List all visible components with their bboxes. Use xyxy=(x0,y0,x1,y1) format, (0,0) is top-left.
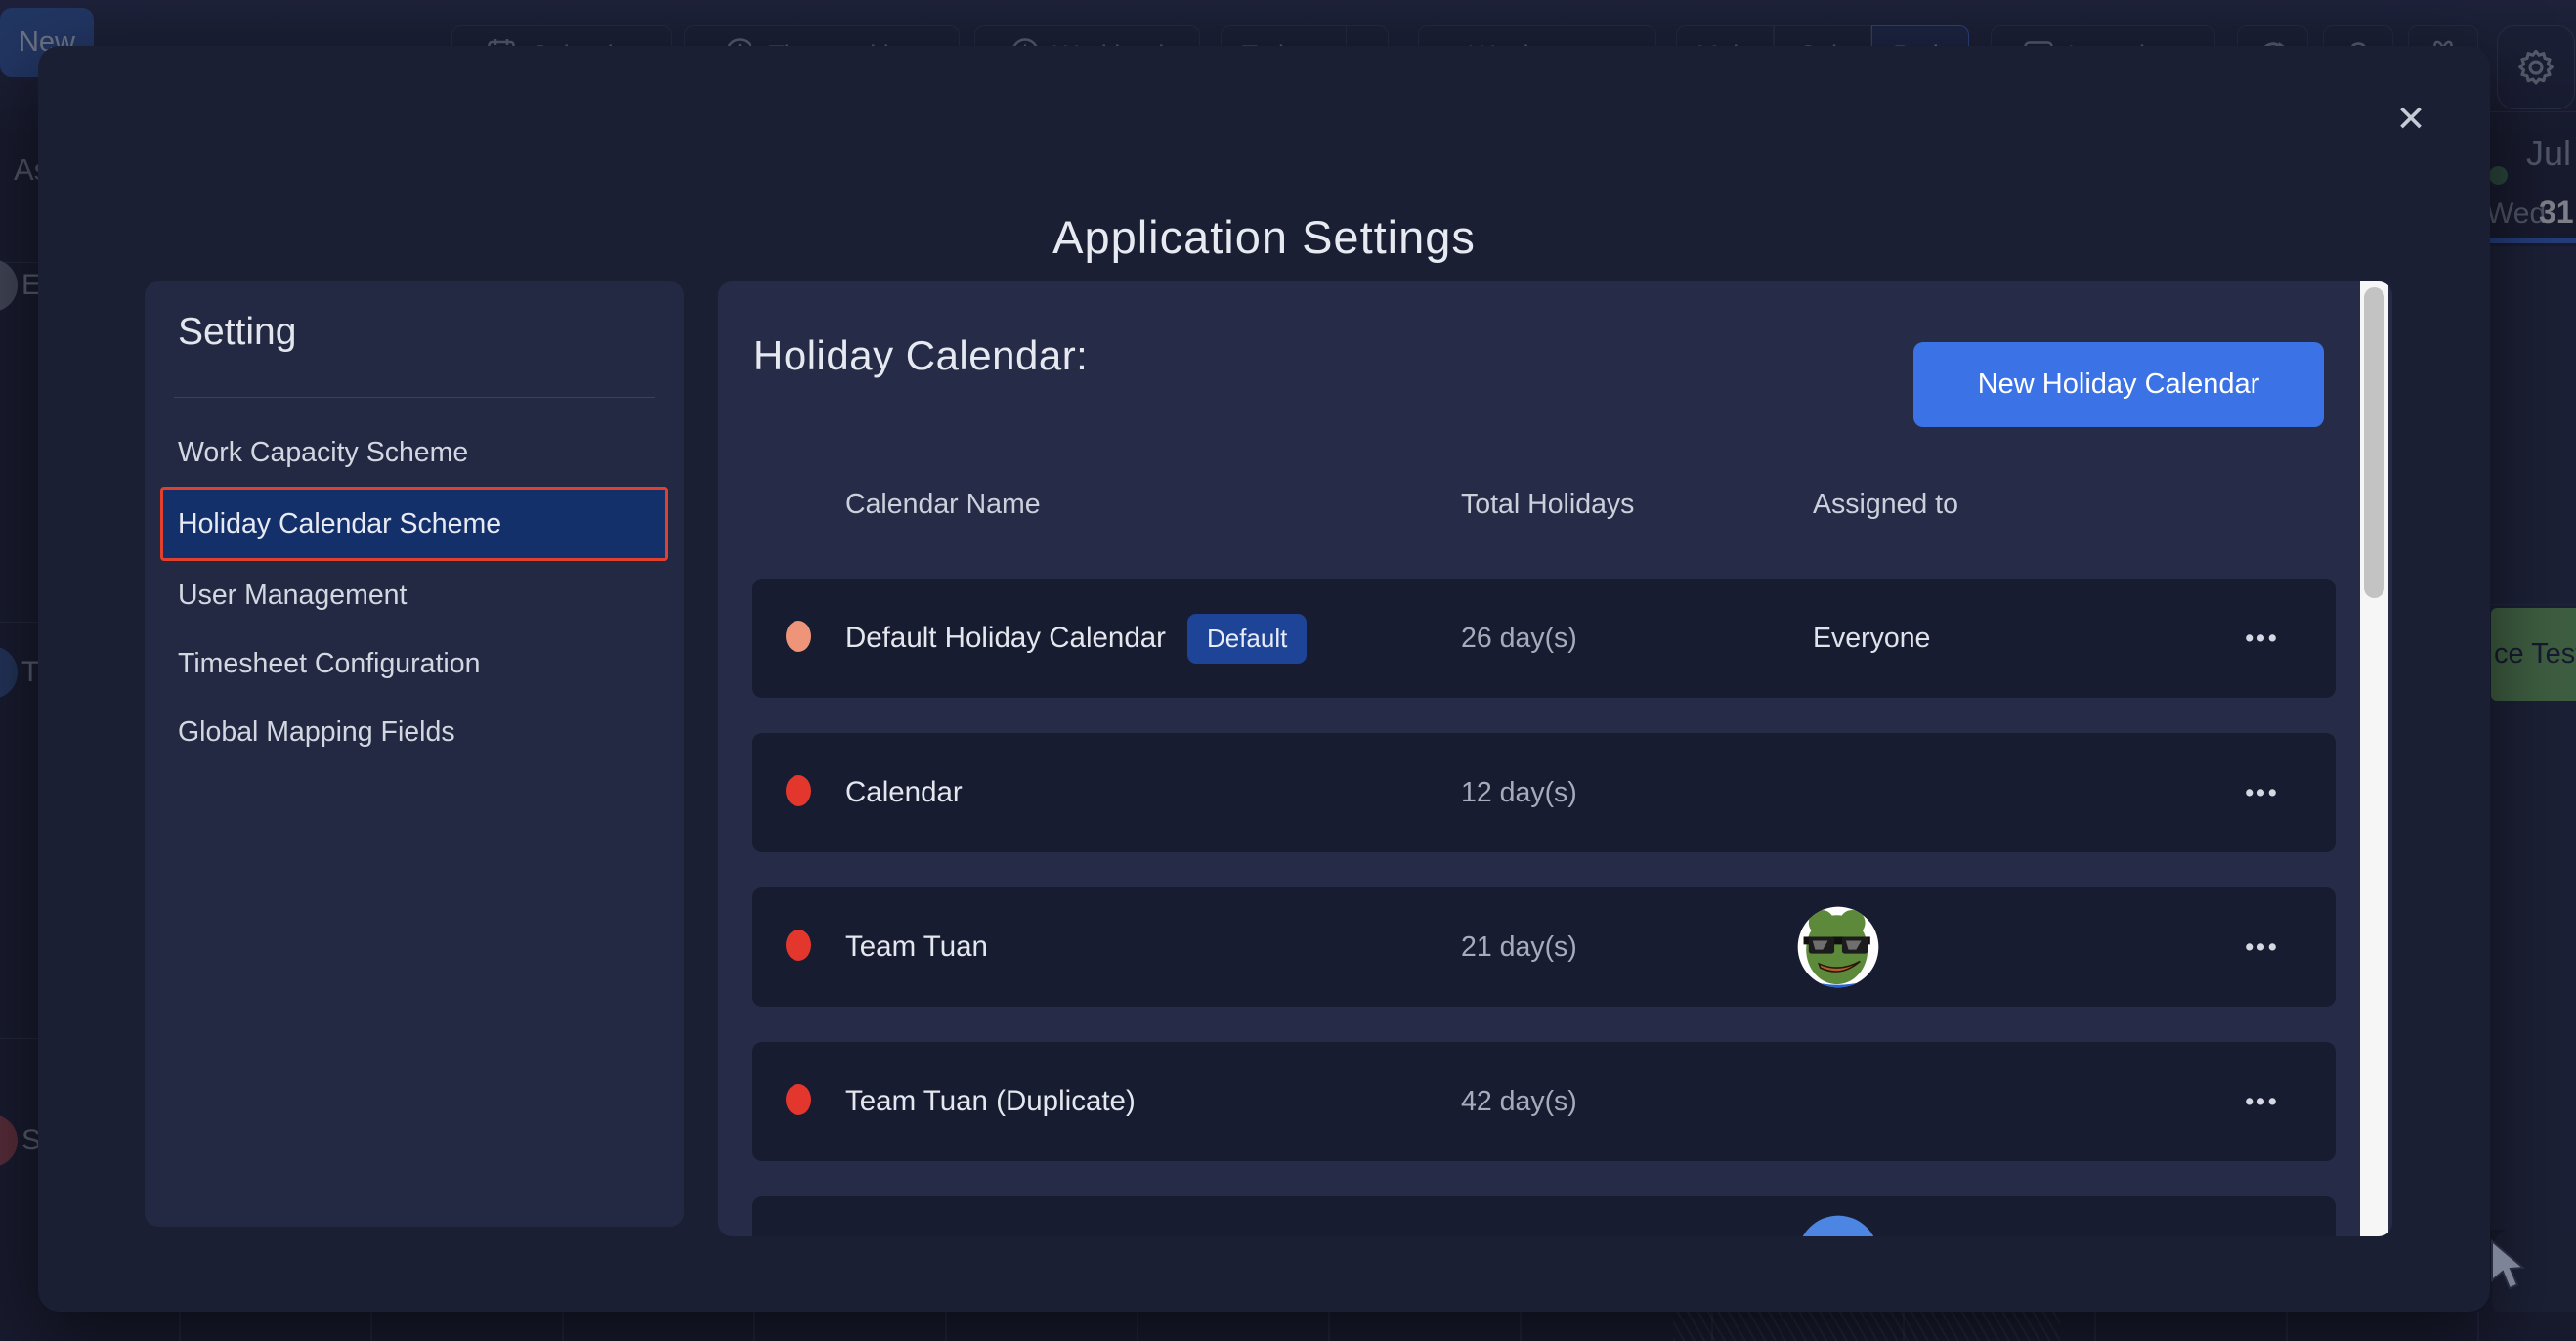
modal-title: Application Settings xyxy=(38,210,2490,264)
row-dot-cell xyxy=(752,775,845,811)
row-actions-menu[interactable]: ••• xyxy=(2189,779,2336,807)
calendar-color-dot xyxy=(786,621,811,652)
settings-sidebar: Setting Work Capacity SchemeHoliday Cale… xyxy=(145,281,684,1227)
assigned-to-cell xyxy=(1813,1215,2189,1236)
calendar-color-dot xyxy=(786,930,811,961)
table-row[interactable] xyxy=(752,1196,2336,1236)
table-row[interactable]: Default Holiday Calendar Default 26 day(s)… xyxy=(752,579,2336,698)
application-settings-modal: Application Settings ✕ Setting Work Capa… xyxy=(38,46,2490,1312)
row-actions-menu[interactable]: ••• xyxy=(2189,933,2336,962)
sidebar-title: Setting xyxy=(178,311,296,354)
total-holidays-value: 26 day(s) xyxy=(1461,623,1813,655)
app-root: New CalendarTimetrackingWorkload Today W… xyxy=(0,0,2576,1341)
calendar-name-text: Calendar xyxy=(845,776,963,809)
calendar-table-rows: Default Holiday Calendar Default 26 day(s)… xyxy=(752,579,2336,1236)
column-header-total-holidays: Total Holidays xyxy=(1461,489,1813,521)
default-badge: Default xyxy=(1187,614,1307,664)
total-holidays-value: 21 day(s) xyxy=(1461,931,1813,964)
table-header: Calendar NameTotal HolidaysAssigned to xyxy=(752,489,2336,521)
sidebar-item-timesheet-configuration[interactable]: Timesheet Configuration xyxy=(160,629,668,698)
column-header-calendar-name: Calendar Name xyxy=(845,489,1461,521)
sidebar-item-holiday-calendar-scheme[interactable]: Holiday Calendar Scheme xyxy=(160,487,668,561)
sidebar-divider xyxy=(174,397,655,398)
total-holidays-value: 12 day(s) xyxy=(1461,777,1813,809)
scrollbar[interactable] xyxy=(2360,281,2388,1236)
scrollbar-thumb[interactable] xyxy=(2364,287,2384,598)
sidebar-item-work-capacity-scheme[interactable]: Work Capacity Scheme xyxy=(160,418,668,487)
calendar-name-text: Default Holiday Calendar xyxy=(845,622,1166,655)
new-holiday-calendar-button[interactable]: New Holiday Calendar xyxy=(1913,342,2324,427)
calendar-name-text: Team Tuan (Duplicate) xyxy=(845,1085,1136,1118)
row-actions-menu[interactable]: ••• xyxy=(2189,1088,2336,1116)
calendar-name: Team Tuan xyxy=(845,930,1461,964)
row-actions-menu[interactable]: ••• xyxy=(2189,625,2336,653)
assigned-to-cell xyxy=(1813,906,2189,988)
calendar-name-text: Team Tuan xyxy=(845,930,988,964)
calendar-color-dot xyxy=(786,1084,811,1115)
blue-partial-avatar xyxy=(1797,1215,1879,1236)
calendar-color-dot xyxy=(786,775,811,806)
pepe-avatar xyxy=(1797,906,1879,988)
sidebar-item-global-mapping-fields[interactable]: Global Mapping Fields xyxy=(160,698,668,766)
panel-heading: Holiday Calendar: xyxy=(753,332,1088,379)
holiday-calendar-panel: Holiday Calendar: New Holiday Calendar C… xyxy=(718,281,2392,1236)
table-row[interactable]: Team Tuan 21 day(s) ••• xyxy=(752,887,2336,1007)
row-dot-cell xyxy=(752,1084,845,1120)
assigned-to-cell: Everyone xyxy=(1813,623,2189,655)
row-dot-cell xyxy=(752,621,845,657)
table-row[interactable]: Calendar 12 day(s) ••• xyxy=(752,733,2336,852)
settings-menu: Work Capacity SchemeHoliday Calendar Sch… xyxy=(160,418,668,766)
column-header-assigned-to: Assigned to xyxy=(1813,489,2189,521)
calendar-name: Calendar xyxy=(845,776,1461,809)
table-row[interactable]: Team Tuan (Duplicate) 42 day(s) ••• xyxy=(752,1042,2336,1161)
mouse-cursor xyxy=(2490,1239,2535,1296)
close-icon[interactable]: ✕ xyxy=(2383,91,2438,146)
total-holidays-value: 42 day(s) xyxy=(1461,1086,1813,1118)
row-dot-cell xyxy=(752,930,845,966)
calendar-name: Default Holiday Calendar Default xyxy=(845,614,1461,664)
calendar-name: Team Tuan (Duplicate) xyxy=(845,1085,1461,1118)
sidebar-item-user-management[interactable]: User Management xyxy=(160,561,668,629)
